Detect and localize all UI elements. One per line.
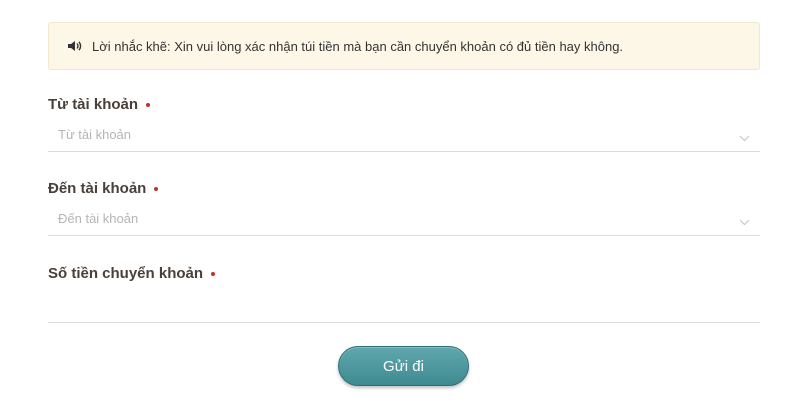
from-account-label: Từ tài khoản: [48, 96, 139, 113]
to-account-placeholder: Đến tài khoản: [58, 211, 139, 226]
notice-banner: Lời nhắc khẽ: Xin vui lòng xác nhận túi …: [48, 22, 760, 70]
required-indicator: [154, 186, 159, 191]
to-account-select[interactable]: Đến tài khoản: [48, 202, 760, 236]
from-account-select[interactable]: Từ tài khoản: [48, 118, 760, 152]
amount-label-row: Số tiền chuyển khoản: [48, 265, 216, 282]
to-account-field: Đến tài khoản Đến tài khoản: [48, 180, 760, 240]
amount-input[interactable]: [48, 289, 760, 323]
submit-label: Gửi đi: [383, 357, 424, 375]
from-account-placeholder: Từ tài khoản: [58, 127, 132, 142]
to-account-label-row: Đến tài khoản: [48, 180, 159, 197]
amount-label: Số tiền chuyển khoản: [48, 265, 204, 282]
submit-button[interactable]: Gửi đi: [338, 346, 469, 386]
chevron-down-icon: [739, 214, 750, 229]
to-account-label: Đến tài khoản: [48, 180, 147, 197]
speaker-icon: [67, 40, 83, 52]
required-indicator: [146, 102, 151, 107]
notice-text: Lời nhắc khẽ: Xin vui lòng xác nhận túi …: [92, 38, 624, 54]
required-indicator: [211, 271, 216, 276]
from-account-label-row: Từ tài khoản: [48, 96, 151, 113]
amount-field: Số tiền chuyển khoản: [48, 265, 760, 325]
chevron-down-icon: [739, 130, 750, 145]
transfer-form-page: Lời nhắc khẽ: Xin vui lòng xác nhận túi …: [0, 0, 800, 400]
from-account-field: Từ tài khoản Từ tài khoản: [48, 96, 760, 156]
